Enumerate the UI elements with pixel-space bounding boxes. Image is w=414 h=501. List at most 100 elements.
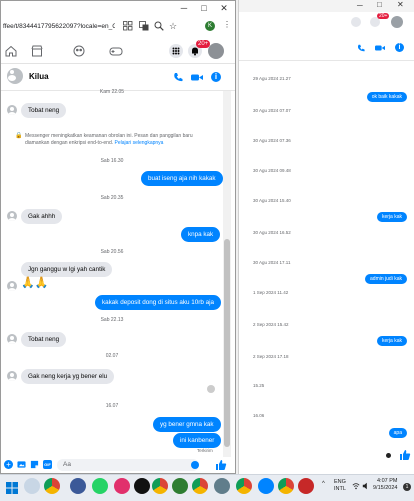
incoming-message[interactable]: Gak ahhh [21,209,63,224]
bg-timestamp: 1 Sep 2024 11.42 [253,290,289,295]
chrome-taskbar-icon[interactable] [44,478,60,494]
notification-badge: 20+ [377,13,390,19]
language-indicator[interactable]: ENG INTL [334,479,346,493]
learn-more-link[interactable]: Pelajari selengkapnya [115,140,164,146]
clock[interactable]: 4:07 PM 9/15/2024 [373,478,397,492]
contact-avatar [7,281,17,291]
outgoing-message[interactable]: kakak deposit dong di situs aku 10rb aja [95,295,222,310]
profile-avatar-icon[interactable]: K [205,21,215,31]
chrome-taskbar-icon[interactable] [192,478,208,494]
bg-outgoing-message[interactable]: apa [388,428,407,438]
chrome-taskbar-icon[interactable] [278,478,294,494]
taskbar-chevron-icon[interactable]: ^ [322,481,325,487]
taskbar-app-icon[interactable] [172,478,188,494]
bg-timestamp: 30 Agu 2024 16.52 [253,230,291,235]
bg-chat-header: i [239,36,414,61]
info-icon[interactable]: i [395,43,404,52]
close-icon[interactable]: ✕ [397,0,404,9]
contact-avatar [7,371,17,381]
window-titlebar: ─ □ ✕ [1,1,235,15]
timestamp: Sab 16.30 [100,158,124,164]
contact-name[interactable]: Kilua [29,72,49,81]
outgoing-message[interactable]: ini kanbener [173,433,222,448]
wifi-icon[interactable] [352,482,360,490]
gaming-icon[interactable] [109,45,123,57]
incoming-message[interactable]: Jgn ganggu w lgi yah cantik [21,262,113,277]
minimize-icon[interactable]: ─ [357,1,363,10]
start-windows-icon[interactable] [6,482,18,494]
bg-outgoing-message[interactable]: kerja kak [376,336,407,346]
chrome-taskbar-icon[interactable] [236,478,252,494]
keyboard-layout: INTL [334,486,346,492]
emoji-picker-icon[interactable] [191,461,199,469]
bg-fb-navbar: 20+ [239,12,414,34]
messenger-popup-window[interactable]: ─ □ ✕ ffee/t/8344417795622097?locale=en_… [0,0,236,474]
volume-icon[interactable] [362,482,370,490]
minimize-icon[interactable]: ─ [177,1,191,15]
photo-icon[interactable] [17,460,26,469]
timestamp: Sab 20.35 [100,195,124,201]
phone-icon[interactable] [173,72,183,82]
add-icon[interactable]: + [4,460,13,469]
message-list[interactable]: Kam 22.05 Tobat neng 🔒 Messenger meningk… [1,89,223,457]
encryption-notice: 🔒 Messenger meningkatkan keamanan obrola… [15,133,201,147]
video-call-icon[interactable] [375,44,385,52]
scrollbar-thumb[interactable] [224,239,230,447]
profile-avatar[interactable] [391,16,403,28]
bg-outgoing-message[interactable]: kerja kak [376,212,407,222]
bg-timestamp: 30 Agu 2024 09.48 [253,168,291,173]
taskbar-app-icon[interactable] [214,478,230,494]
menu-grid-icon[interactable] [169,44,183,58]
bg-timestamp: 2 Sep 2024 15.42 [253,322,289,327]
timestamp: 16.07 [105,403,119,409]
message-input[interactable]: Aa [57,459,199,471]
outgoing-message[interactable]: buat iseng aja nih kakak [141,171,223,186]
sticker-icon[interactable] [30,460,39,469]
taskbar-app-icon[interactable] [258,478,274,494]
gif-icon[interactable]: GIF [43,460,52,469]
whatsapp-taskbar-icon[interactable] [92,478,108,494]
contact-avatar[interactable] [7,68,23,84]
menu-grid-icon[interactable] [351,17,361,27]
outgoing-message[interactable]: yg bener gmna kak [153,417,221,432]
groups-icon[interactable] [73,45,85,57]
app-grid-icon[interactable] [123,21,135,33]
close-icon[interactable]: ✕ [217,1,231,15]
incoming-message[interactable]: Tobat neng [21,332,67,347]
emoji-message[interactable]: 🙏🙏 [21,276,48,289]
seen-avatar-icon [207,385,215,393]
marketplace-icon[interactable] [31,45,43,57]
bg-timestamp: 16.06 [253,413,265,418]
incoming-message[interactable]: Gak neng kerja yg bener elu [21,369,115,384]
like-thumb-icon[interactable] [399,449,411,461]
background-browser-window[interactable]: ─ □ ✕ 20+ i 29 Agu 2024 21.27 ok baik kak… [238,0,414,474]
video-call-icon[interactable] [191,73,203,82]
like-thumb-icon[interactable] [215,459,227,471]
bg-timestamp: 15.25 [253,383,265,388]
taskbar-app-icon[interactable] [24,478,40,494]
bg-outgoing-message[interactable]: admin judi kak [365,274,407,284]
zoom-icon[interactable] [154,21,166,33]
incoming-message[interactable]: Tobat neng [21,103,67,118]
home-icon[interactable] [5,45,17,57]
taskbar-app-icon[interactable] [70,478,86,494]
notification-count[interactable]: 1 [403,483,411,491]
phone-icon[interactable] [357,44,365,52]
fb-navbar: 20+ [1,39,235,64]
profile-avatar[interactable] [208,43,224,59]
maximize-icon[interactable]: □ [197,1,211,15]
outgoing-message[interactable]: knpa kak [181,227,221,242]
bg-outgoing-message[interactable]: ok baik kakak [366,92,407,102]
chrome-taskbar-icon[interactable] [152,478,168,494]
url-text[interactable]: ffee/t/8344417795622097?locale=en_GB [3,21,115,33]
info-icon[interactable]: i [211,72,221,82]
maximize-icon[interactable]: □ [377,0,382,9]
bg-timestamp: 30 Agu 2024 07.36 [253,138,291,143]
clock-time: 4:07 PM [376,478,398,484]
bookmark-star-icon[interactable]: ☆ [169,21,181,33]
taskbar-app-icon[interactable] [298,478,314,494]
translate-icon[interactable] [139,21,151,33]
taskbar-app-icon[interactable] [114,478,130,494]
taskbar-app-icon[interactable] [134,478,150,494]
more-vertical-icon[interactable]: ⋮ [223,20,231,29]
